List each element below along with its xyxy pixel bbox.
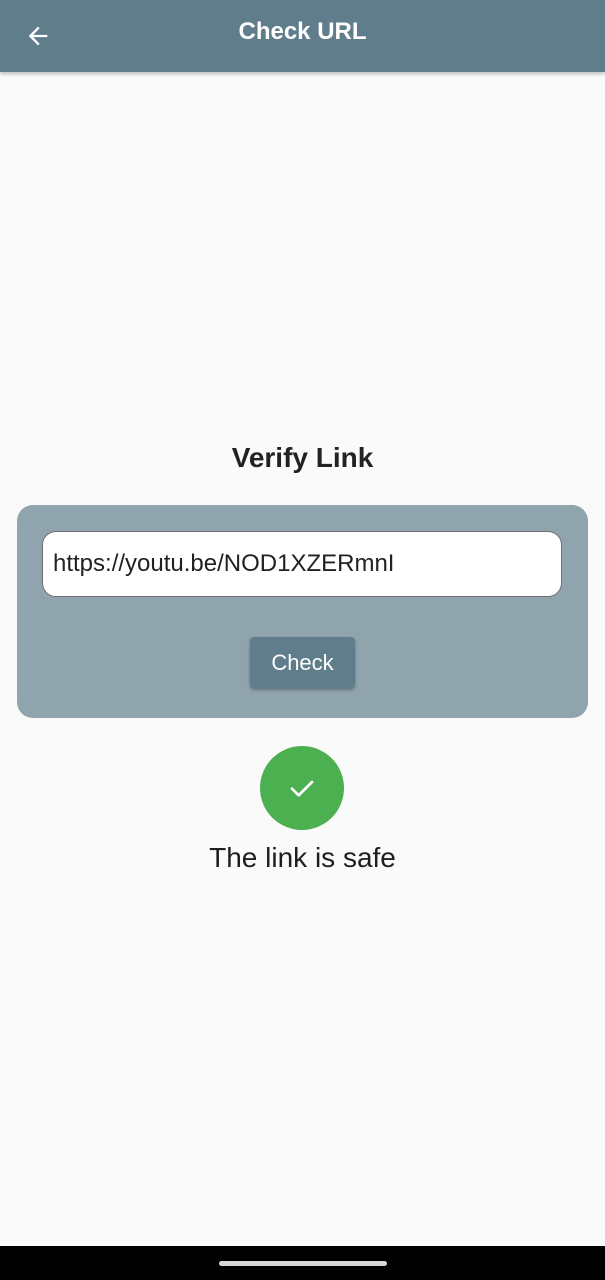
check-button[interactable]: Check <box>250 637 355 688</box>
system-nav-bar <box>0 1246 605 1280</box>
verify-heading: Verify Link <box>231 442 374 473</box>
app-bar: Check URL <box>0 0 605 72</box>
page-title: Check URL <box>238 18 367 45</box>
result-text: The link is safe <box>209 842 396 873</box>
url-input[interactable] <box>42 531 562 597</box>
status-indicator <box>260 746 344 830</box>
url-check-card: Check <box>17 505 588 718</box>
home-indicator[interactable] <box>219 1261 387 1266</box>
check-icon <box>290 780 314 797</box>
